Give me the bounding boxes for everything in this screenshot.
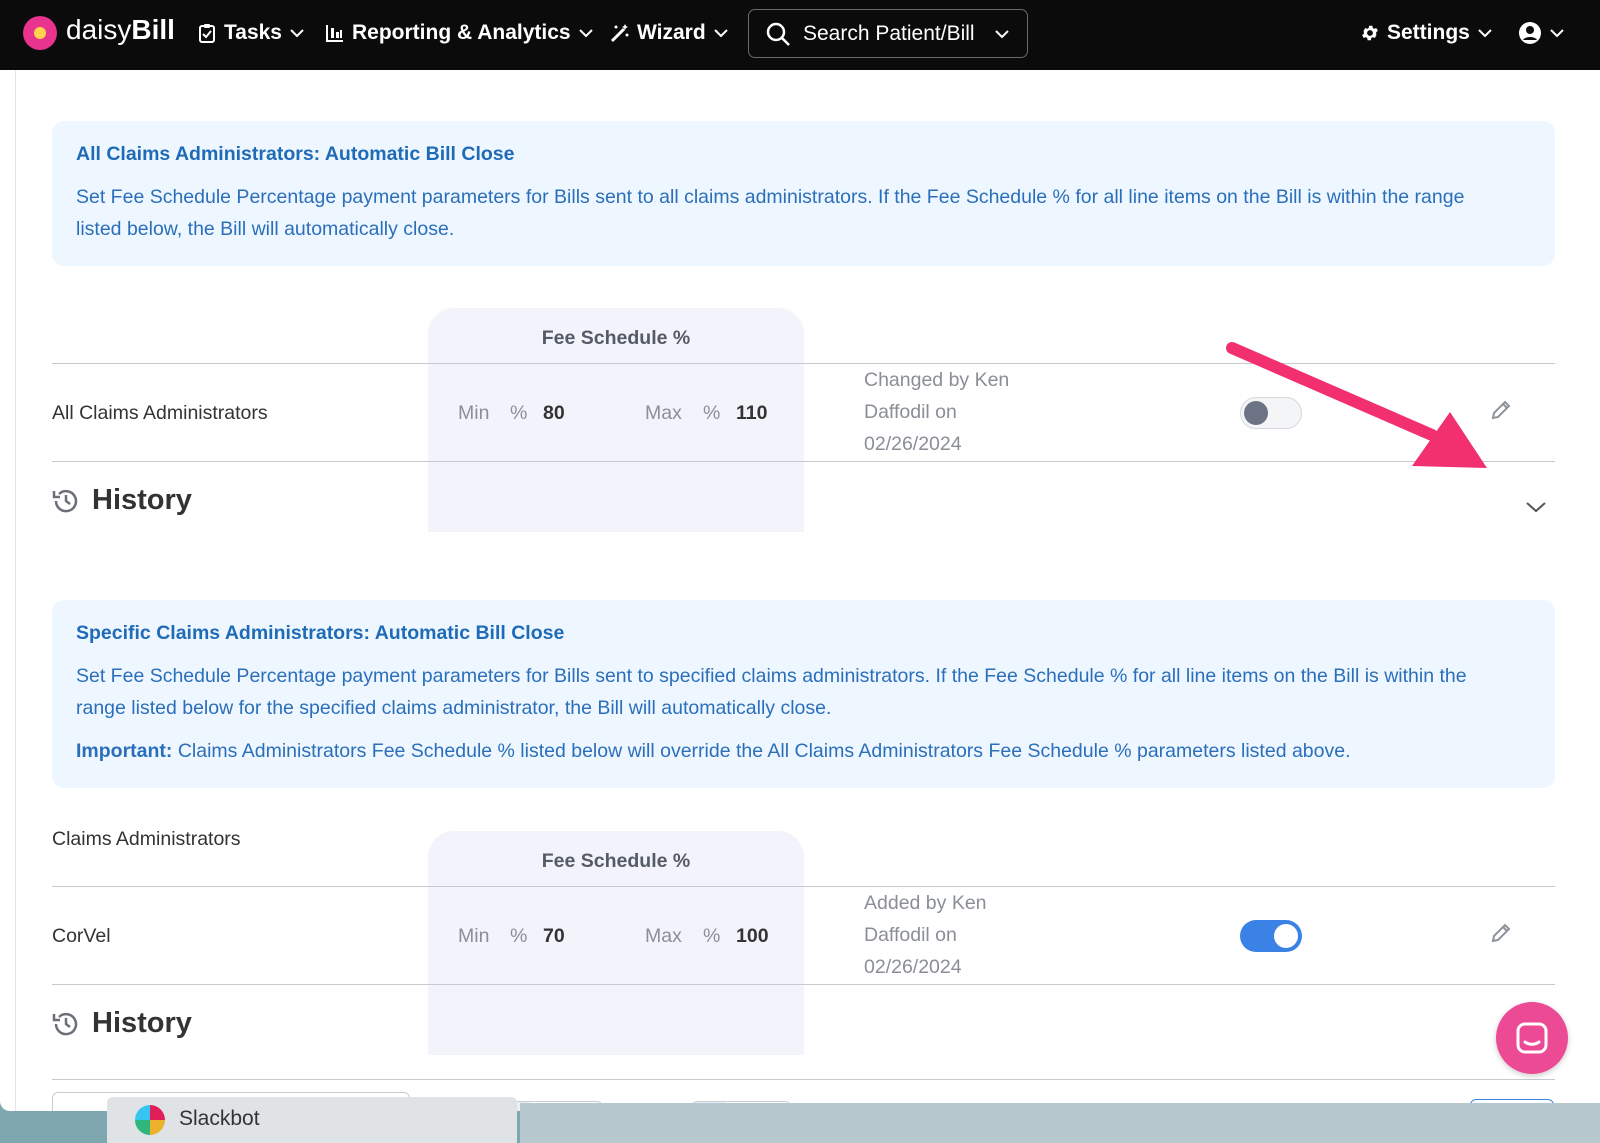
min-value: 80 bbox=[543, 402, 565, 424]
chevron-down-icon[interactable] bbox=[1525, 500, 1547, 514]
auto-close-toggle[interactable] bbox=[1240, 920, 1302, 952]
divider bbox=[52, 886, 1555, 887]
history-label: History bbox=[92, 1007, 192, 1039]
history-clock-icon bbox=[52, 489, 78, 512]
all-claims-description: Set Fee Schedule Percentage payment para… bbox=[76, 186, 1465, 240]
row-name: CorVel bbox=[52, 925, 111, 947]
added-by-text: Added by Ken Daffodil on 02/26/2024 bbox=[864, 887, 1054, 983]
specific-claims-description: Set Fee Schedule Percentage payment para… bbox=[76, 665, 1467, 719]
fee-schedule-header: Fee Schedule % bbox=[541, 327, 691, 349]
nav-tasks-label: Tasks bbox=[224, 21, 282, 44]
specific-claims-title: Specific Claims Administrators: Automati… bbox=[76, 622, 565, 644]
changed-line-2: Daffodil on bbox=[864, 401, 957, 423]
added-line-3: 02/26/2024 bbox=[864, 956, 962, 978]
chat-icon bbox=[1516, 1022, 1548, 1054]
important-label: Important: bbox=[76, 740, 173, 762]
percent-label: % bbox=[703, 925, 721, 947]
top-nav: daisyBill Tasks Reporting & Analytics Wi… bbox=[0, 0, 1600, 70]
clipboard-check-icon bbox=[199, 24, 215, 43]
brand-light: daisy bbox=[66, 14, 132, 45]
fee-schedule-header: Fee Schedule % bbox=[541, 850, 691, 872]
user-avatar-icon bbox=[1519, 22, 1541, 44]
history-toggle[interactable]: History bbox=[50, 484, 192, 517]
search-placeholder: Search Patient/Bill bbox=[803, 21, 975, 45]
nav-settings[interactable]: Settings bbox=[1360, 0, 1492, 66]
important-text: Claims Administrators Fee Schedule % lis… bbox=[172, 740, 1351, 762]
all-claims-info-panel: All Claims Administrators: Automatic Bil… bbox=[52, 121, 1555, 266]
added-line-1: Added by Ken bbox=[864, 892, 987, 914]
important-note: Important: Claims Administrators Fee Sch… bbox=[76, 735, 1515, 767]
history-clock-icon bbox=[52, 1012, 78, 1035]
max-value: 110 bbox=[736, 402, 768, 424]
search-icon bbox=[766, 22, 790, 46]
changed-by-text: Changed by Ken Daffodil on 02/26/2024 bbox=[864, 364, 1054, 460]
chat-launcher[interactable] bbox=[1496, 1002, 1568, 1074]
nav-reporting[interactable]: Reporting & Analytics bbox=[325, 0, 593, 66]
percent-label: % bbox=[510, 925, 528, 947]
brand-bold: Bill bbox=[131, 14, 175, 45]
chevron-down-icon bbox=[1550, 29, 1564, 38]
chevron-down-icon bbox=[995, 29, 1009, 38]
gear-icon bbox=[1362, 25, 1378, 41]
brand-logo[interactable]: daisyBill bbox=[66, 14, 175, 46]
changed-line-1: Changed by Ken bbox=[864, 369, 1010, 391]
user-menu[interactable] bbox=[1518, 0, 1564, 66]
nav-wizard-label: Wizard bbox=[637, 21, 706, 44]
taskbar-slackbot[interactable]: Slackbot bbox=[107, 1097, 517, 1143]
percent-label: % bbox=[510, 402, 528, 424]
history-label: History bbox=[92, 484, 192, 516]
max-label: Max bbox=[645, 402, 682, 424]
toggle-knob bbox=[1274, 924, 1298, 948]
added-line-2: Daffodil on bbox=[864, 924, 957, 946]
all-claims-title: All Claims Administrators: Automatic Bil… bbox=[76, 143, 515, 165]
daisy-logo-icon[interactable] bbox=[23, 16, 57, 50]
content-border bbox=[15, 70, 16, 1111]
chevron-down-icon bbox=[290, 29, 304, 38]
search-patient-bill[interactable]: Search Patient/Bill bbox=[748, 9, 1028, 58]
pencil-edit-icon[interactable] bbox=[1489, 921, 1513, 945]
slack-icon bbox=[135, 1105, 165, 1135]
max-value: 100 bbox=[736, 925, 769, 947]
changed-line-3: 02/26/2024 bbox=[864, 433, 962, 455]
bar-chart-icon bbox=[326, 25, 343, 42]
max-label: Max bbox=[645, 925, 682, 947]
app-window: daisyBill Tasks Reporting & Analytics Wi… bbox=[0, 0, 1600, 1111]
nav-settings-label: Settings bbox=[1387, 21, 1470, 44]
percent-label: % bbox=[703, 402, 721, 424]
taskbar-background bbox=[520, 1103, 1600, 1143]
main-content: All Claims Administrators: Automatic Bil… bbox=[0, 70, 1600, 1111]
min-label: Min bbox=[458, 925, 490, 947]
chevron-down-icon bbox=[578, 29, 593, 38]
slackbot-label: Slackbot bbox=[179, 1107, 260, 1130]
chevron-down-icon bbox=[713, 29, 728, 38]
specific-claims-info-panel: Specific Claims Administrators: Automati… bbox=[52, 600, 1555, 788]
row-name: All Claims Administrators bbox=[52, 402, 268, 424]
nav-tasks[interactable]: Tasks bbox=[197, 0, 304, 66]
divider bbox=[52, 1079, 1555, 1080]
min-label: Min bbox=[458, 402, 490, 424]
min-value: 70 bbox=[543, 925, 565, 947]
nav-reporting-label: Reporting & Analytics bbox=[352, 21, 571, 44]
magic-wand-icon bbox=[610, 24, 629, 43]
history-toggle[interactable]: History bbox=[50, 1007, 192, 1040]
divider bbox=[52, 984, 1555, 985]
nav-wizard[interactable]: Wizard bbox=[610, 0, 728, 66]
claims-admins-column-header: Claims Administrators bbox=[52, 828, 241, 850]
annotation-arrow bbox=[1226, 342, 1487, 468]
chevron-down-icon bbox=[1478, 29, 1492, 38]
